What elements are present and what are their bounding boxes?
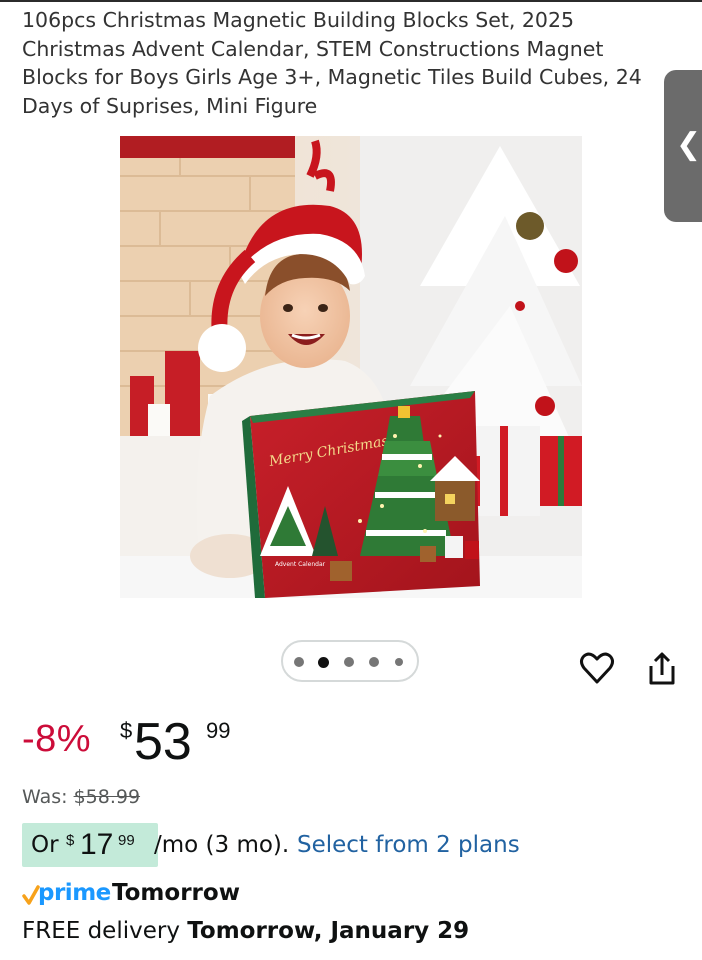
chevron-left-icon: ❮ (676, 127, 702, 162)
carousel-dot-active[interactable] (318, 656, 329, 668)
was-label: Was: (22, 786, 68, 808)
svg-text:Advent Calendar: Advent Calendar (275, 561, 326, 568)
free-delivery-row: FREE delivery Tomorrow, January 29 (22, 918, 469, 944)
price-whole: 53 (134, 713, 192, 771)
image-carousel-indicator[interactable] (281, 640, 419, 682)
was-price-row: Was: $58.99 (22, 786, 140, 808)
share-icon[interactable] (643, 648, 679, 688)
heart-icon[interactable] (579, 648, 615, 688)
product-title: 106pcs Christmas Magnetic Building Block… (22, 8, 642, 118)
top-divider (0, 0, 702, 2)
prime-label: prime (38, 880, 111, 906)
discount-percentage: -8% (22, 718, 92, 760)
carousel-dot[interactable] (294, 657, 304, 667)
price-fraction: 99 (206, 718, 231, 743)
installment-term: /mo (3 mo). (154, 832, 290, 858)
side-panel-handle[interactable]: ❮ (664, 70, 702, 222)
was-price: $58.99 (73, 786, 141, 808)
select-plans-link[interactable]: Select from 2 plans (297, 832, 520, 858)
carousel-dot[interactable] (369, 657, 379, 667)
price-currency-symbol: $ (120, 718, 133, 743)
installment-fraction: 99 (118, 832, 135, 849)
carousel-dot[interactable] (395, 658, 403, 666)
installment-prefix: Or (31, 832, 59, 858)
prime-delivery-day: Tomorrow (112, 880, 240, 906)
installment-whole: 17 (80, 828, 114, 861)
carousel-dot[interactable] (344, 657, 354, 667)
free-delivery-date: Tomorrow, January 29 (187, 918, 470, 944)
free-delivery-prefix: FREE delivery (22, 918, 180, 944)
product-image[interactable]: Merry Christmas Advent Calendar (120, 136, 582, 598)
installment-currency-symbol: $ (66, 832, 75, 849)
